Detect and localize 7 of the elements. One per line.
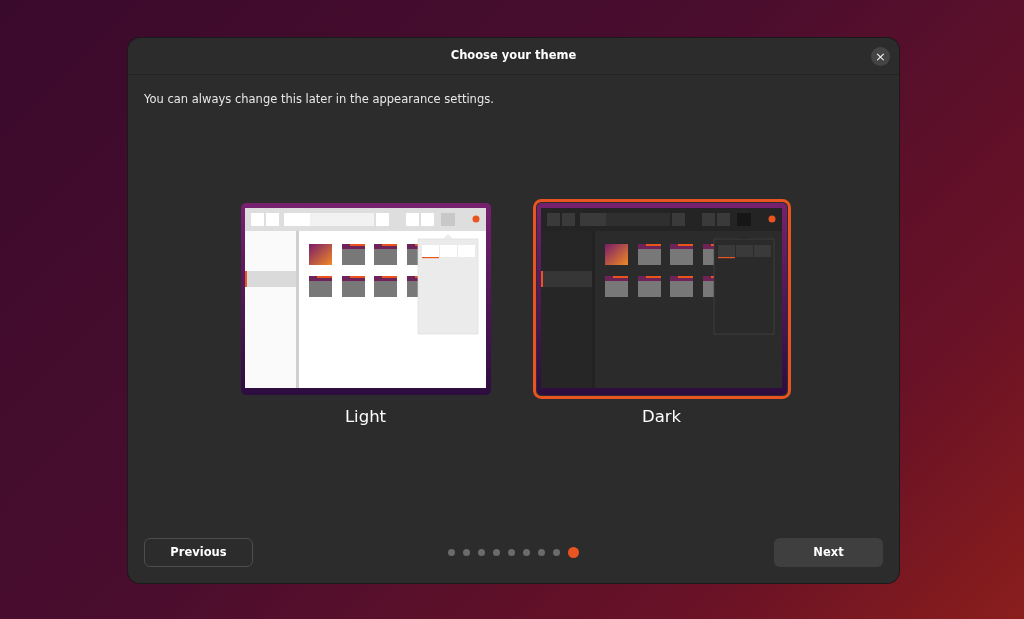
dialog-title: Choose your theme — [450, 47, 577, 65]
previous-button[interactable]: Previous — [144, 538, 253, 567]
close-button[interactable]: × — [871, 47, 890, 66]
theme-option[interactable]: Light — [236, 198, 495, 430]
next-button[interactable]: Next — [774, 538, 883, 567]
theme-option[interactable]: Dark — [532, 198, 791, 430]
subtitle-text: You can always change this later in the appearance settings. — [144, 92, 494, 106]
